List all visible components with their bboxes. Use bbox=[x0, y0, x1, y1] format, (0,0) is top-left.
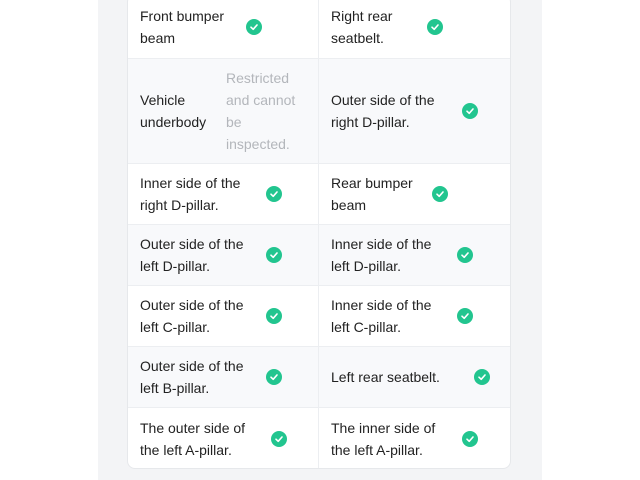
item-label: The inner side of the left A-pillar. bbox=[331, 419, 436, 458]
table-cell: Front bumper beam bbox=[128, 0, 319, 58]
table-cell: Outer side of the left D-pillar. bbox=[128, 225, 319, 285]
item-label: Outer side of the right D-pillar. bbox=[331, 92, 435, 130]
table-cell: Outer side of the right D-pillar. bbox=[319, 59, 510, 163]
table-cell: Rear bumper beam bbox=[319, 164, 510, 224]
table-cell: The inner side of the left A-pillar. bbox=[319, 408, 510, 468]
check-circle-icon bbox=[266, 369, 282, 385]
check-circle-icon bbox=[266, 247, 282, 263]
item-label: Rear bumper beam bbox=[331, 175, 413, 213]
check-circle-icon bbox=[271, 430, 287, 447]
check-circle-icon bbox=[462, 103, 478, 119]
table-cell: Vehicle underbody Restricted and cannot … bbox=[128, 59, 319, 163]
check-circle-icon bbox=[266, 186, 282, 202]
check-circle-icon bbox=[457, 247, 473, 263]
inspection-table: Front bumper beam Right rear seatbelt. V… bbox=[127, 0, 511, 469]
item-label: Inner side of the left D-pillar. bbox=[331, 236, 432, 274]
item-label: Left rear seatbelt. bbox=[331, 369, 440, 385]
table-cell: Right rear seatbelt. bbox=[319, 0, 510, 58]
check-circle-icon bbox=[474, 369, 490, 385]
table-cell: Inner side of the left D-pillar. bbox=[319, 225, 510, 285]
table-cell: Inner side of the left C-pillar. bbox=[319, 286, 510, 346]
item-label: The outer side of the left A-pillar. bbox=[140, 419, 246, 458]
check-circle-icon bbox=[427, 18, 443, 35]
item-label: Outer side of the left B-pillar. bbox=[140, 358, 244, 396]
table-row: Outer side of the left B-pillar. Left re… bbox=[128, 347, 510, 408]
item-label: Inner side of the left C-pillar. bbox=[331, 297, 432, 335]
check-circle-icon bbox=[432, 186, 448, 202]
table-cell: The outer side of the left A-pillar. bbox=[128, 408, 319, 468]
table-row: Front bumper beam Right rear seatbelt. bbox=[128, 0, 510, 59]
check-circle-icon bbox=[462, 430, 478, 447]
item-label: Outer side of the left D-pillar. bbox=[140, 236, 244, 274]
table-cell: Left rear seatbelt. bbox=[319, 347, 510, 407]
restricted-status-text: Restricted and cannot be inspected. bbox=[226, 70, 296, 152]
table-cell: Outer side of the left C-pillar. bbox=[128, 286, 319, 346]
item-label: Inner side of the right D-pillar. bbox=[140, 175, 241, 213]
check-circle-icon bbox=[457, 308, 473, 324]
table-cell: Inner side of the right D-pillar. bbox=[128, 164, 319, 224]
table-row: Vehicle underbody Restricted and cannot … bbox=[128, 59, 510, 164]
item-label: Vehicle underbody bbox=[140, 92, 207, 130]
table-row: Outer side of the left C-pillar. Inner s… bbox=[128, 286, 510, 347]
table-cell: Outer side of the left B-pillar. bbox=[128, 347, 319, 407]
check-circle-icon bbox=[246, 18, 262, 35]
item-label: Right rear seatbelt. bbox=[331, 7, 393, 46]
table-row: Outer side of the left D-pillar. Inner s… bbox=[128, 225, 510, 286]
item-label: Outer side of the left C-pillar. bbox=[140, 297, 244, 335]
table-row: Inner side of the right D-pillar. Rear b… bbox=[128, 164, 510, 225]
table-row: The outer side of the left A-pillar. The… bbox=[128, 408, 510, 468]
item-label: Front bumper beam bbox=[140, 7, 225, 46]
check-circle-icon bbox=[266, 308, 282, 324]
